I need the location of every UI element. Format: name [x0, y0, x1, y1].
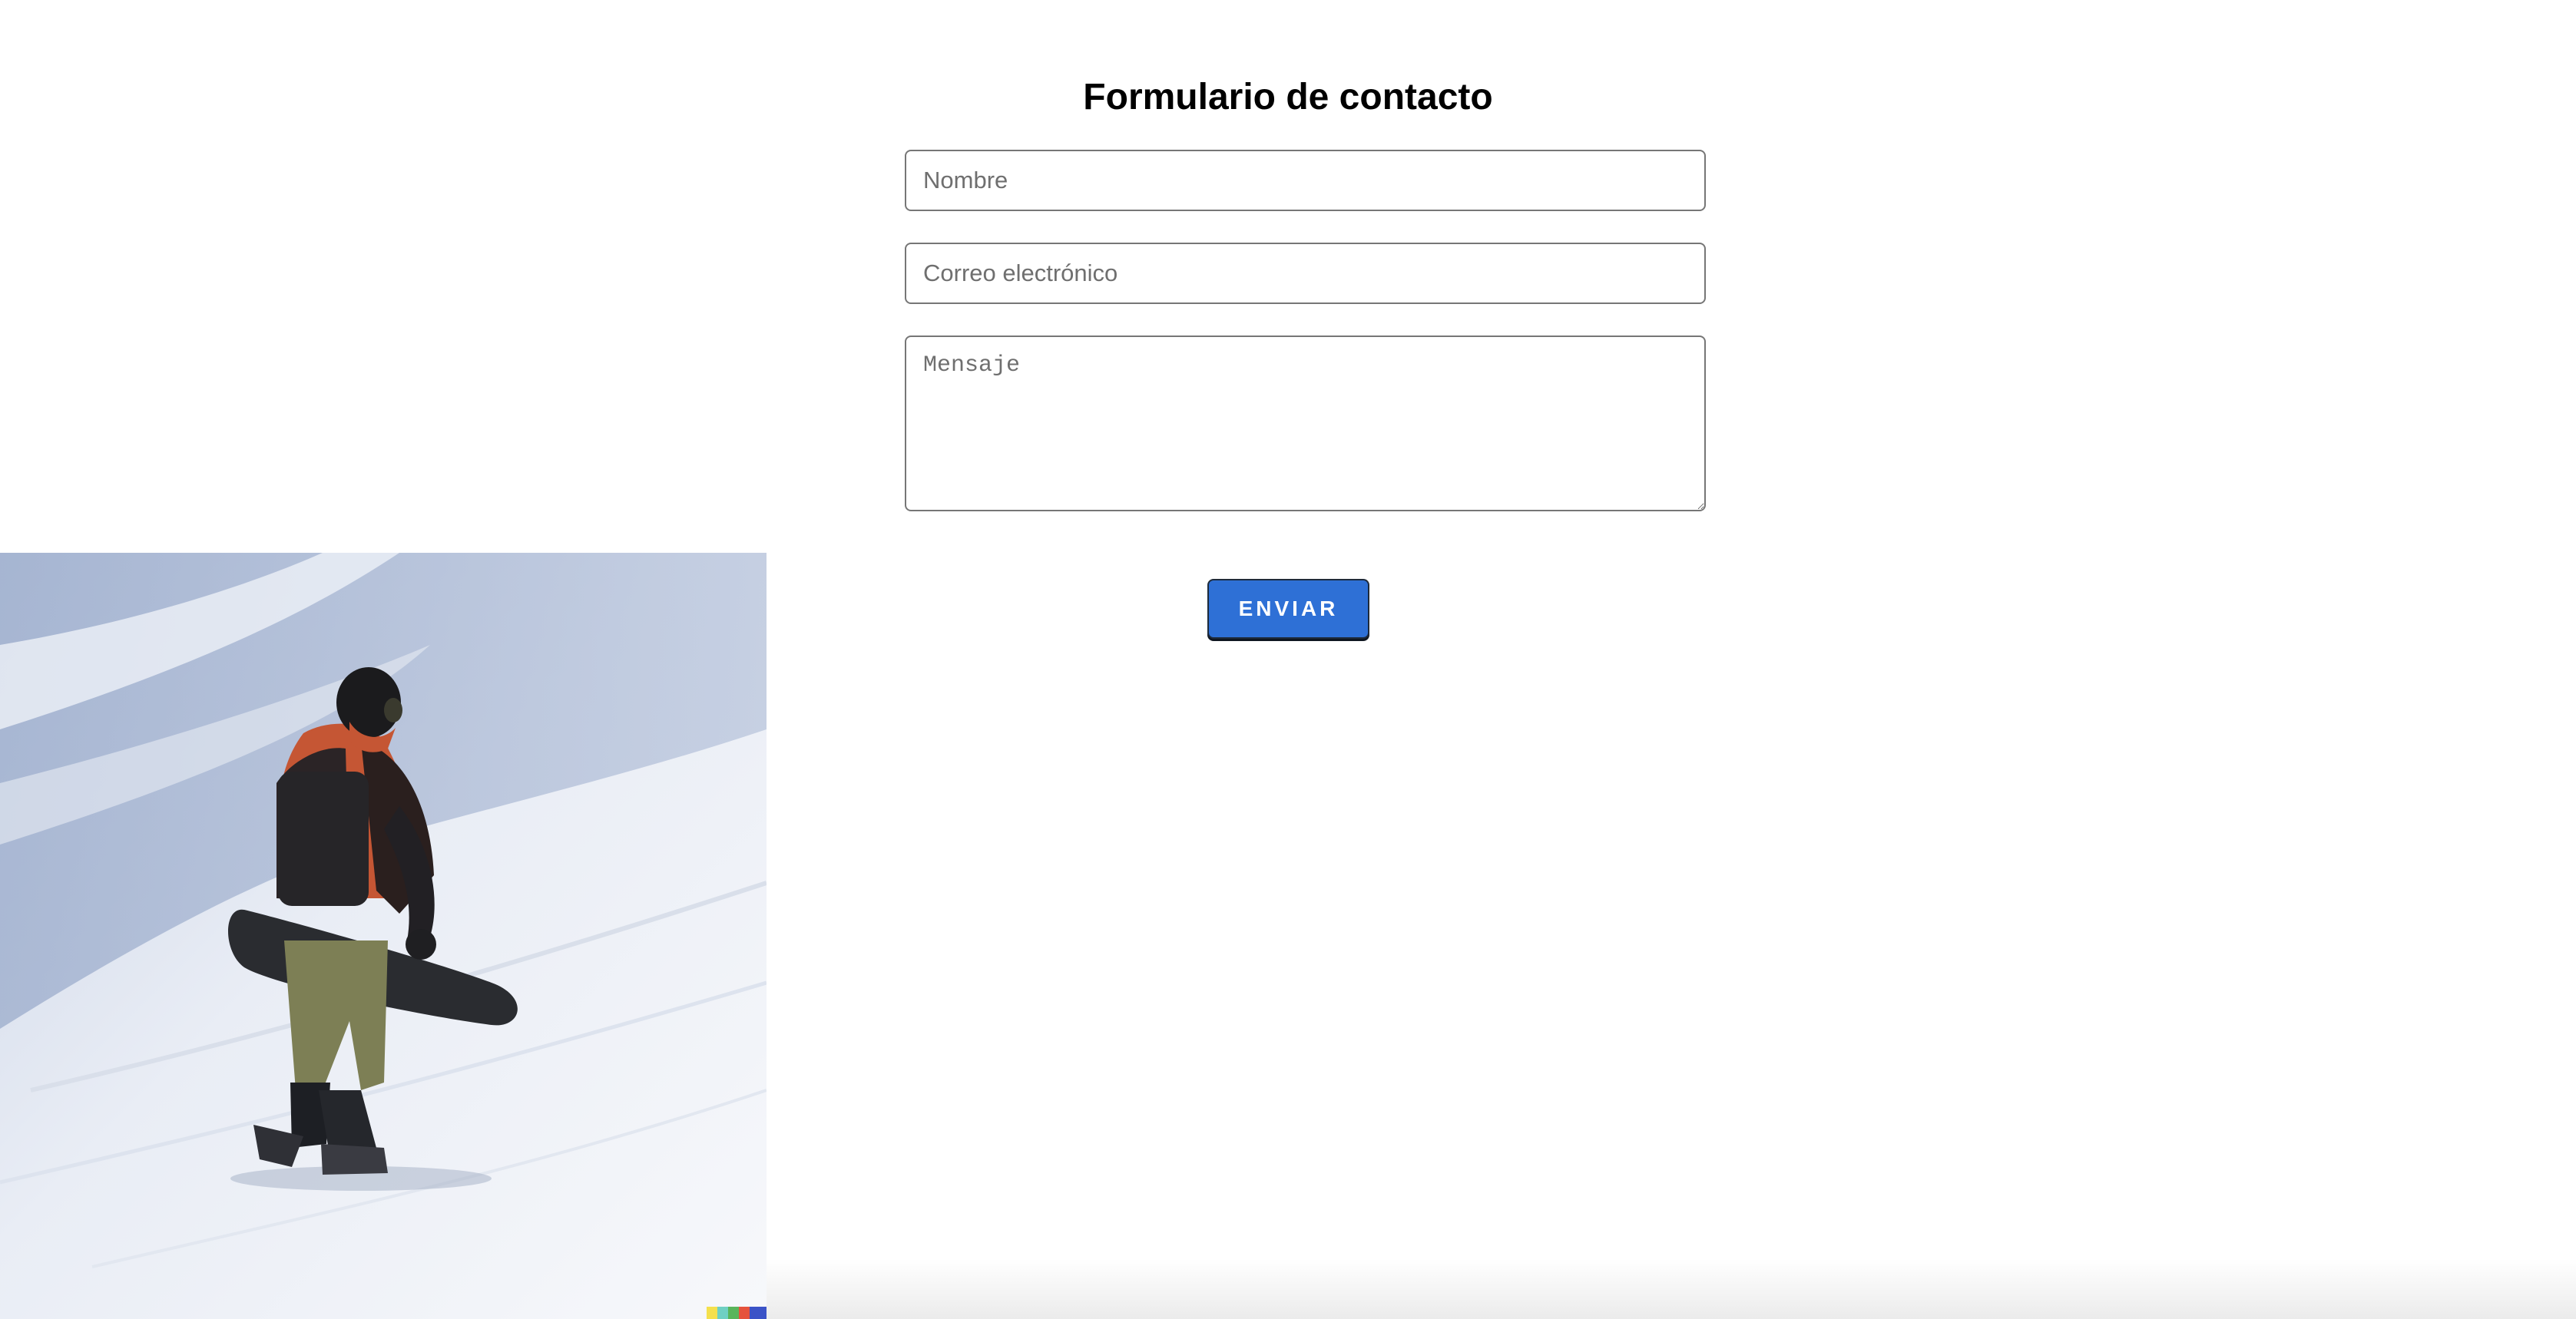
message-textarea[interactable]: [905, 336, 1706, 511]
bottom-fade: [767, 1259, 2576, 1319]
name-input[interactable]: [905, 150, 1706, 211]
page-title: Formulario de contacto: [1083, 77, 1493, 117]
page: Formulario de contacto ENVIAR: [0, 0, 2576, 1319]
submit-button[interactable]: ENVIAR: [1207, 579, 1369, 639]
email-input[interactable]: [905, 243, 1706, 304]
snowboarder-photo: [0, 553, 767, 1319]
